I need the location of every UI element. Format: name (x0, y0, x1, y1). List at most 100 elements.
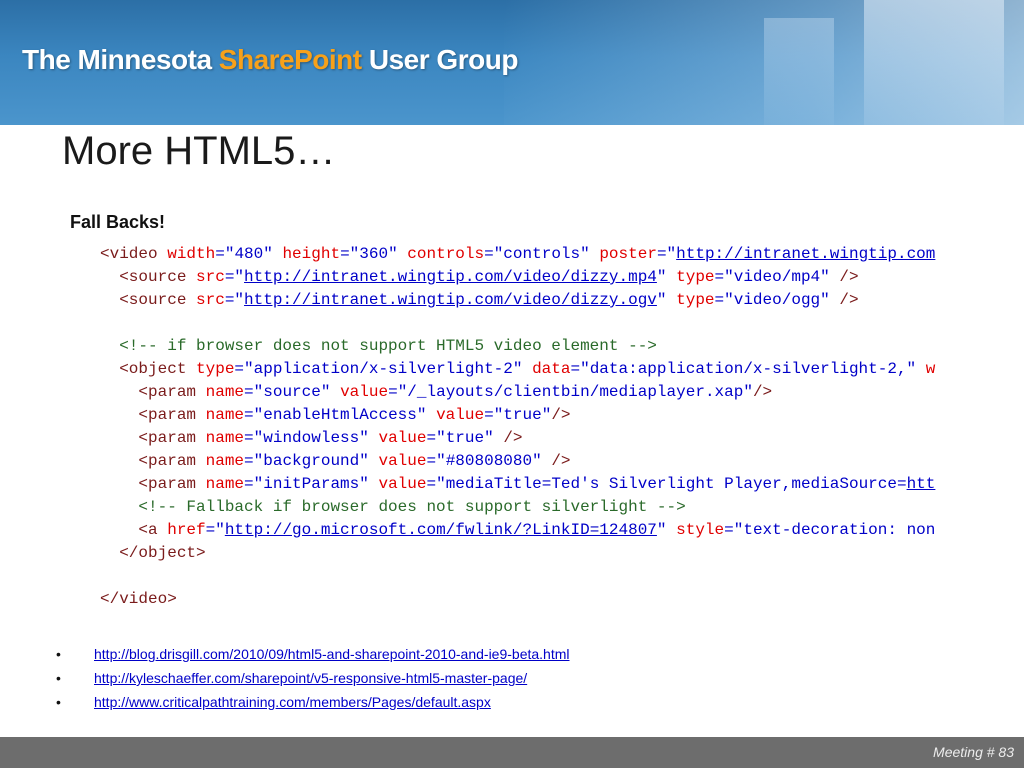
code-token: name (205, 452, 245, 470)
code-token: = (244, 429, 254, 447)
list-item: • http://blog.drisgill.com/2010/09/html5-… (56, 646, 570, 670)
banner-title: The Minnesota SharePoint User Group (22, 44, 518, 76)
code-token: <source (100, 268, 197, 286)
code-line: <!-- Fallback if browser does not suppor… (100, 496, 972, 519)
code-url: http://intranet.wingtip.com/video/dizzy.… (244, 268, 657, 286)
code-token: = (426, 475, 437, 493)
code-token: = (388, 383, 398, 401)
slide-title: More HTML5… (62, 129, 336, 173)
code-token: <param (100, 452, 206, 470)
code-line: <source src="http://intranet.wingtip.com… (100, 289, 972, 312)
code-token: <source (100, 291, 197, 309)
reference-link-list: • http://blog.drisgill.com/2010/09/html5-… (56, 646, 570, 718)
code-token: "windowless" (253, 429, 379, 447)
footer-bar: Meeting # 83 (0, 737, 1024, 768)
code-token: "source" (253, 383, 341, 401)
code-token: name (205, 429, 245, 447)
code-token: = (724, 521, 734, 539)
code-line: <video width="480" height="360" controls… (100, 243, 972, 266)
code-token: = (714, 291, 725, 309)
code-token: src (196, 291, 225, 309)
banner-building-image (764, 18, 834, 125)
code-line: <param name="initParams" value="mediaTit… (100, 473, 972, 496)
code-token: value (436, 406, 485, 424)
code-token: =" (205, 521, 225, 539)
reference-link[interactable]: http://blog.drisgill.com/2010/09/html5-a… (94, 646, 570, 662)
code-token: /> (551, 452, 571, 470)
code-token: "#80808080" (436, 452, 552, 470)
code-token: "true" (436, 429, 504, 447)
code-token: =" (224, 268, 245, 286)
code-line: <a href="http://go.microsoft.com/fwlink/… (100, 519, 972, 542)
list-item: • http://www.criticalpathtraining.com/mem… (56, 694, 570, 718)
code-token: /> (503, 429, 523, 447)
code-token: = (426, 429, 437, 447)
code-token: "text-decoration: non (733, 521, 936, 539)
code-token: = (244, 475, 254, 493)
code-token: type (676, 268, 715, 286)
code-token: value (378, 452, 427, 470)
code-url: http://intranet.wingtip.com/video/dizzy.… (244, 291, 657, 309)
code-token: "background" (253, 452, 379, 470)
header-banner: The Minnesota SharePoint User Group (0, 0, 1024, 125)
code-line: <object type="application/x-silverlight-… (100, 358, 972, 381)
code-token: style (676, 521, 725, 539)
code-token: = (484, 245, 494, 263)
code-token: "controls" (493, 245, 600, 263)
code-token: "data:application/x-silverlight-2," (580, 360, 926, 378)
code-token: </object> (100, 544, 206, 562)
code-token: "application/x-silverlight-2" (244, 360, 533, 378)
code-token: type (676, 291, 715, 309)
code-token: </video> (100, 590, 177, 608)
code-url: http://go.microsoft.com/fwlink/?LinkID=1… (224, 521, 657, 539)
code-token: <a (100, 521, 168, 539)
code-sample: <video width="480" height="360" controls… (100, 243, 972, 613)
code-token: = (484, 406, 494, 424)
list-item: • http://kyleschaeffer.com/sharepoint/v5-… (56, 670, 570, 694)
banner-title-prefix: The Minnesota (22, 44, 219, 75)
slide-subhead: Fall Backs! (70, 212, 166, 232)
code-line: <source src="http://intranet.wingtip.com… (100, 266, 972, 289)
code-token: poster (599, 245, 657, 263)
code-token: <param (100, 406, 206, 424)
code-token: w (925, 360, 936, 378)
code-token: "/_layouts/clientbin/mediaplayer.xap" (397, 383, 753, 401)
code-token: = (215, 245, 225, 263)
code-token: <object (100, 360, 197, 378)
banner-title-suffix: User Group (361, 44, 519, 75)
code-token: "initParams" (253, 475, 379, 493)
code-token: value (378, 475, 427, 493)
code-token: =" (224, 291, 245, 309)
code-token: "true" (493, 406, 552, 424)
reference-link[interactable]: http://www.criticalpathtraining.com/memb… (94, 694, 491, 710)
code-token: data (532, 360, 571, 378)
banner-title-brand: SharePoint (218, 44, 362, 75)
reference-link[interactable]: http://kyleschaeffer.com/sharepoint/v5-r… (94, 670, 527, 686)
code-token: name (205, 475, 245, 493)
banner-building-image (864, 0, 1004, 125)
code-token: value (340, 383, 389, 401)
code-token: /> (839, 268, 859, 286)
code-token: <param (100, 383, 206, 401)
bullet-icon: • (56, 646, 61, 662)
code-line: </video> (100, 588, 972, 611)
code-token: /> (839, 291, 859, 309)
code-token: = (426, 452, 437, 470)
code-token: name (205, 406, 245, 424)
code-token: href (167, 521, 206, 539)
code-token: height (282, 245, 341, 263)
code-token: " (656, 521, 677, 539)
code-token: <video (100, 245, 168, 263)
code-token: /> (752, 383, 773, 401)
code-token: src (196, 268, 225, 286)
code-token: " (656, 291, 677, 309)
code-token: = (340, 245, 350, 263)
code-token: " (656, 268, 677, 286)
code-url: htt (906, 475, 936, 493)
code-token: = (234, 360, 245, 378)
code-url: http://intranet.wingtip.com (676, 245, 936, 263)
code-line: <param name="source" value="/_layouts/cl… (100, 381, 972, 404)
code-line: <!-- if browser does not support HTML5 v… (100, 335, 972, 358)
